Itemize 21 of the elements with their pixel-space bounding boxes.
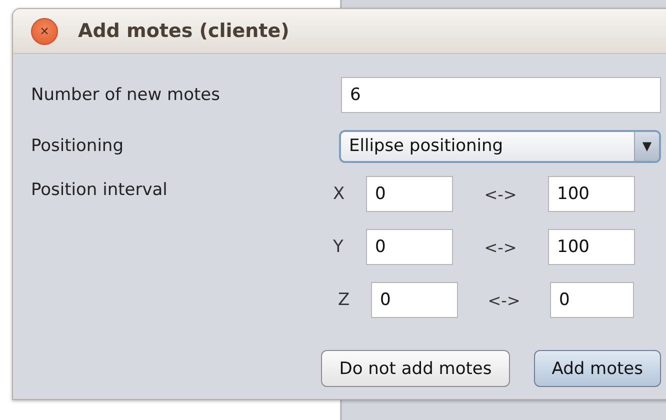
field-label: Positioning: [31, 136, 124, 156]
cancel-button[interactable]: Do not add motes: [321, 350, 510, 387]
window-title: Add motes (cliente): [78, 20, 290, 42]
field-label: Number of new motes: [31, 85, 220, 105]
add-button[interactable]: Add motes: [534, 350, 661, 387]
range-separator: <->: [483, 238, 518, 256]
input-field[interactable]: 0: [550, 282, 634, 318]
input-field[interactable]: 100: [548, 176, 635, 212]
field-label: Position interval: [31, 180, 168, 200]
input-field[interactable]: 6: [341, 77, 661, 113]
range-separator: <->: [486, 290, 522, 310]
input-field[interactable]: 0: [371, 282, 458, 318]
input-field[interactable]: 100: [548, 229, 635, 265]
axis-label: X: [333, 184, 346, 204]
close-button[interactable]: ×: [31, 18, 58, 44]
range-separator: <->: [483, 184, 518, 204]
axis-label: Z: [338, 290, 351, 310]
input-field[interactable]: 0: [366, 229, 453, 265]
positioning-dropdown[interactable]: Ellipse positioning ▼: [339, 130, 661, 162]
axis-label: Y: [333, 237, 344, 257]
input-field[interactable]: 0: [366, 176, 453, 212]
